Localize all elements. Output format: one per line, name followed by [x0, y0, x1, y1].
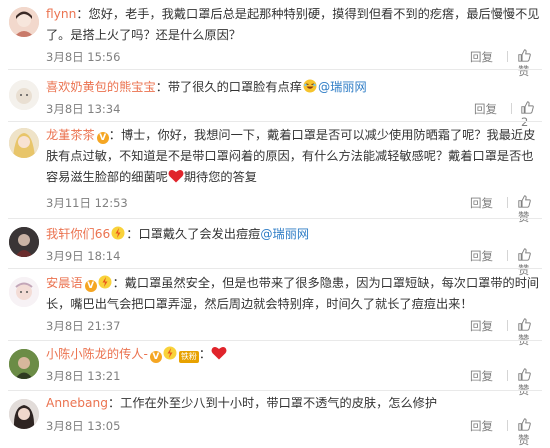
comment-meta: 3月8日 13:21 回复 赞 — [46, 368, 540, 397]
comment-username[interactable]: flynn — [46, 7, 76, 21]
comment-body: 工作在外至少八到十小时，带口罩不透气的皮肤，怎么修护 — [120, 396, 438, 410]
divider — [511, 103, 512, 114]
comment-text: 喜欢奶黄包的熊宝宝：带了很久的口罩脸有点痒 @瑞丽网 — [46, 79, 367, 94]
avatar[interactable] — [9, 227, 39, 257]
heart-icon — [211, 347, 227, 360]
divider — [507, 197, 508, 208]
thumbs-up-icon — [518, 49, 531, 62]
reply-button[interactable]: 回复 — [470, 418, 493, 434]
divider — [507, 51, 508, 62]
comment-username[interactable]: 喜欢奶黄包的熊宝宝 — [46, 80, 156, 94]
divider — [507, 420, 508, 431]
fan-badge: 铁粉 — [178, 351, 199, 363]
thumbs-up-icon — [518, 318, 531, 331]
avatar[interactable] — [9, 128, 39, 158]
comment-username[interactable]: Annebang — [46, 396, 108, 410]
comment-username[interactable]: 我轩你们66 — [46, 227, 110, 241]
comment-meta: 3月9日 18:14 回复 赞 — [46, 248, 540, 277]
comment-item: 龙堇茶茶 V ：博士，你好，我想问一下，戴着口罩是否可以减少使用防晒霜了呢？我最近皮… — [0, 122, 550, 224]
comment-text: flynn：您好，老手，我戴口罩后总是起那种特别硬，摸得到但看不到的疙瘩，最后慢… — [46, 7, 540, 42]
comment-text: 龙堇茶茶 V ：博士，你好，我想问一下，戴着口罩是否可以减少使用防晒霜了呢？我最近皮… — [46, 128, 536, 184]
comment-time: 3月8日 21:37 — [46, 319, 121, 333]
comment-text: 我轩你们66 ：口罩戴久了会发出痘痘@瑞丽网 — [46, 226, 310, 241]
comment-item: 安晨语 V ：戴口罩虽然安全，但是也带来了很多隐患，因为口罩短缺，每次口罩带的时间长… — [0, 269, 550, 347]
comment-item: flynn：您好，老手，我戴口罩后总是起那种特别硬，摸得到但看不到的疙瘩，最后慢… — [0, 0, 550, 78]
comment-item: Annebang：工作在外至少八到十小时，带口罩不透气的皮肤，怎么修护 3月8日… — [0, 391, 550, 447]
mention-link[interactable]: @瑞丽网 — [318, 80, 367, 94]
comment-item: 我轩你们66 ：口罩戴久了会发出痘痘@瑞丽网 3月9日 18:14 回复 赞 — [0, 219, 550, 277]
comment-list: flynn：您好，老手，我戴口罩后总是起那种特别硬，摸得到但看不到的疙瘩，最后慢… — [0, 0, 550, 447]
comment-meta: 3月8日 15:56 回复 赞 — [46, 49, 540, 78]
verified-v-icon: V — [96, 132, 109, 144]
lightning-emoji-icon — [111, 226, 125, 240]
thumbs-up-icon — [518, 195, 531, 208]
comment-time: 3月9日 18:14 — [46, 249, 121, 263]
lightning-emoji-icon — [98, 275, 112, 289]
comment-username[interactable]: 小陈小陈龙的传人- — [46, 347, 148, 361]
avatar[interactable] — [9, 80, 39, 110]
avatar[interactable] — [9, 277, 39, 307]
like-button[interactable]: 赞 — [518, 418, 540, 448]
comment-body: 带了很久的口罩脸有点痒 — [167, 80, 302, 94]
verified-v-icon: V — [149, 351, 162, 363]
heart-icon — [168, 170, 184, 183]
mention-link[interactable]: @瑞丽网 — [260, 227, 309, 241]
lightning-emoji-icon — [163, 346, 177, 360]
divider — [507, 370, 508, 381]
comment-body: 口罩戴久了会发出痘痘 — [138, 227, 261, 241]
reply-button[interactable]: 回复 — [470, 49, 493, 65]
comment-body-tail: 期待您的答复 — [183, 170, 257, 184]
comment-time: 3月8日 15:56 — [46, 50, 121, 64]
thumbs-up-icon — [518, 418, 531, 431]
comment-text: 安晨语 V ：戴口罩虽然安全，但是也带来了很多隐患，因为口罩短缺，每次口罩带的时间长… — [46, 275, 540, 311]
comment-username[interactable]: 龙堇茶茶 — [46, 128, 95, 142]
comment-meta: 3月8日 13:34 回复 2 — [46, 101, 540, 129]
thumbs-up-icon — [518, 248, 531, 261]
comment-item: 小陈小陈龙的传人- V 铁粉： 3月8日 13:21 回复 赞 — [0, 341, 550, 397]
comment-time: 3月8日 13:05 — [46, 419, 121, 433]
reply-button[interactable]: 回复 — [470, 248, 493, 264]
comment-username[interactable]: 安晨语 — [46, 276, 83, 290]
like-label: 赞 — [518, 433, 530, 447]
avatar[interactable] — [9, 349, 39, 379]
reply-button[interactable]: 回复 — [470, 318, 493, 334]
divider — [507, 250, 508, 261]
avatar[interactable] — [9, 399, 39, 429]
comment-item: 喜欢奶黄包的熊宝宝：带了很久的口罩脸有点痒 @瑞丽网 3月8日 13:34 回复 … — [0, 70, 550, 129]
comment-meta: 3月8日 13:05 回复 赞 — [46, 418, 540, 447]
comment-time: 3月8日 13:21 — [46, 369, 121, 383]
thumbs-up-icon — [521, 101, 534, 114]
comment-time: 3月11日 12:53 — [46, 196, 128, 210]
comment-time: 3月8日 13:34 — [46, 102, 121, 116]
reply-button[interactable]: 回复 — [470, 368, 493, 384]
comment-text: Annebang：工作在外至少八到十小时，带口罩不透气的皮肤，怎么修护 — [46, 396, 438, 410]
comment-meta: 3月8日 21:37 回复 赞 — [46, 318, 540, 347]
comment-text: 小陈小陈龙的传人- V 铁粉： — [46, 344, 540, 365]
verified-v-icon: V — [84, 280, 97, 292]
avatar[interactable] — [9, 7, 39, 37]
divider — [507, 320, 508, 331]
comment-body: 您好，老手，我戴口罩后总是起那种特别硬，摸得到但看不到的疙瘩，最后慢慢不见了。是… — [46, 7, 540, 42]
laughing-emoji-icon — [303, 79, 317, 93]
thumbs-up-icon — [518, 368, 531, 381]
reply-button[interactable]: 回复 — [474, 101, 497, 117]
reply-button[interactable]: 回复 — [470, 195, 493, 211]
comment-meta: 3月11日 12:53 回复 赞 — [46, 195, 540, 224]
